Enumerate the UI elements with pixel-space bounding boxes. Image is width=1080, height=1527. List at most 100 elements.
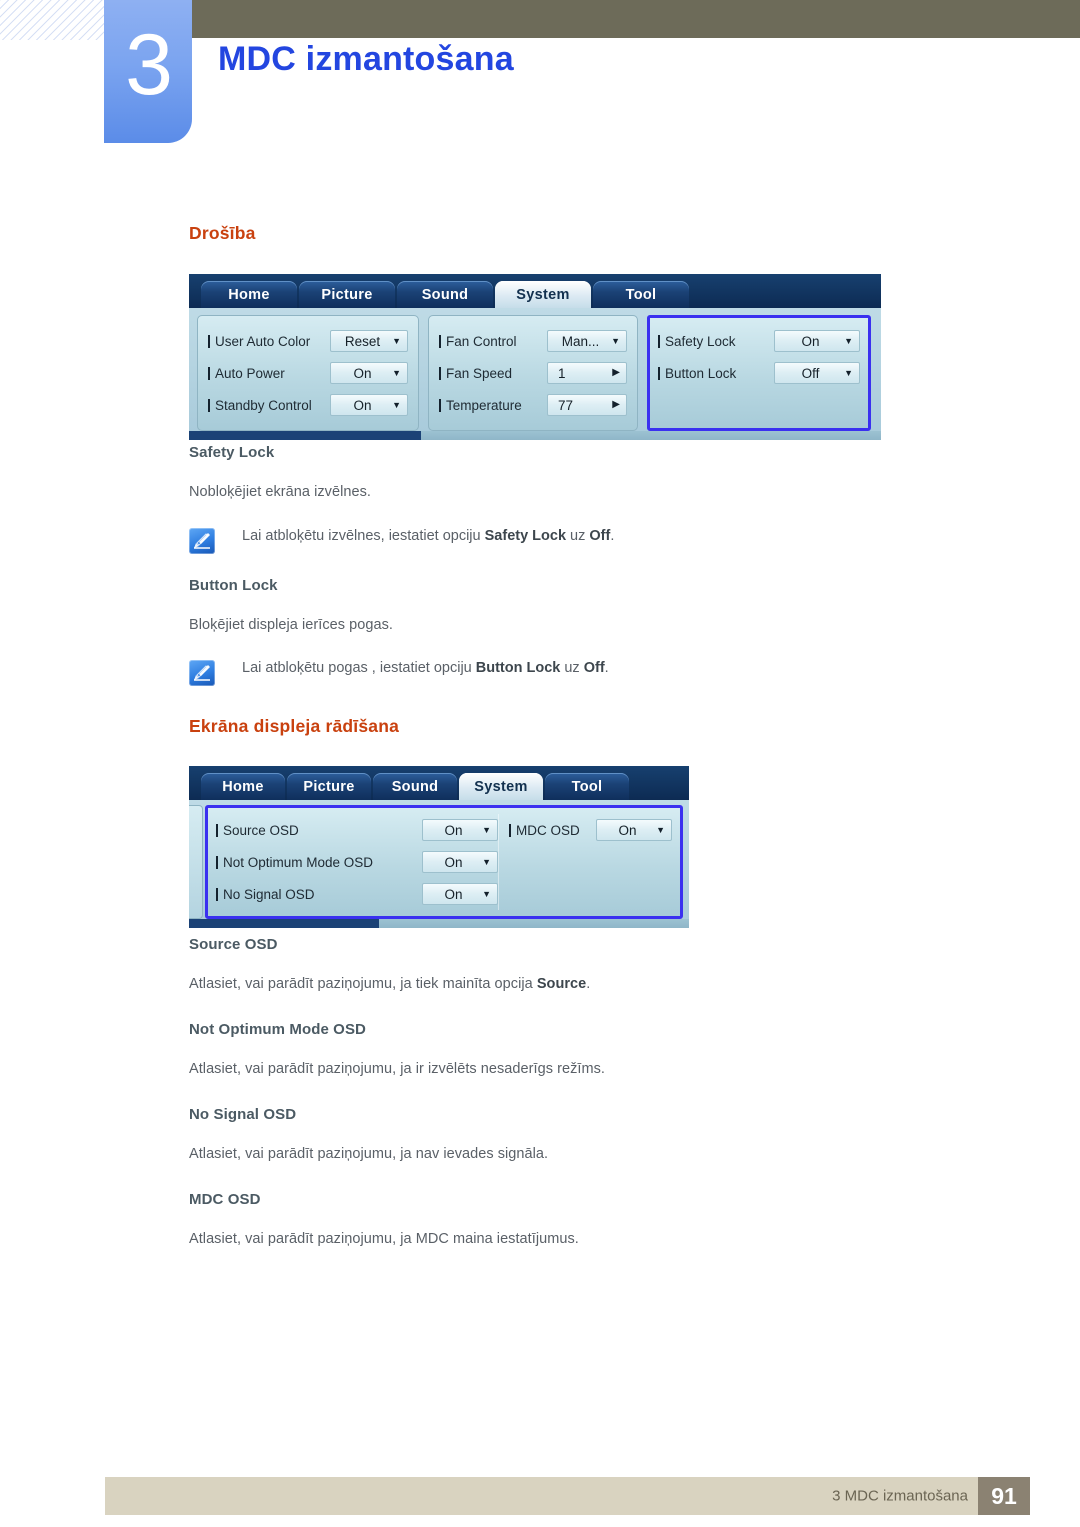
note-suffix: . <box>604 660 609 676</box>
header-olive-bar <box>185 0 1080 38</box>
footer-chapter-label: 3 MDC izmantošana <box>832 1487 968 1505</box>
paragraph-mdc-osd: Atlasiet, vai parādīt paziņojumu, ja MDC… <box>189 1231 579 1247</box>
mdc2-tab-bar: Home Picture Sound System Tool <box>189 766 689 800</box>
bullet-icon <box>439 398 441 412</box>
mdc2-dropdown-mdc-osd[interactable]: On ▼ <box>596 819 672 841</box>
mdc1-row-fan-speed: Fan Speed 1 ▶ <box>439 357 627 389</box>
mdc1-dropdown-standby-control[interactable]: On ▼ <box>330 394 408 416</box>
note-pen-icon <box>189 660 215 686</box>
note-bold-term-2: Off <box>583 660 605 676</box>
mdc1-row-standby-control: Standby Control On ▼ <box>208 389 408 421</box>
page-number: 91 <box>978 1477 1030 1515</box>
paragraph-source-osd: Atlasiet, vai parādīt paziņojumu, ja tie… <box>189 976 590 992</box>
mdc1-row-button-lock: Button Lock Off ▼ <box>658 357 860 389</box>
chevron-down-icon: ▼ <box>482 888 491 899</box>
bullet-icon <box>216 823 218 837</box>
bullet-icon <box>216 887 218 901</box>
chevron-right-icon[interactable]: ▶ <box>612 400 620 410</box>
mdc1-value-user-auto-color: Reset <box>344 333 381 349</box>
section-heading-drosiba: Drošība <box>189 223 256 243</box>
subsection-heading-source-osd: Source OSD <box>189 936 278 953</box>
bullet-icon <box>208 334 210 348</box>
mdc1-label-standby-control: Standby Control <box>208 398 312 413</box>
mdc1-dropdown-fan-control[interactable]: Man... ▼ <box>547 330 627 352</box>
note-text-safety-lock: Lai atbloķētu izvēlnes, iestatiet opciju… <box>242 528 614 544</box>
mdc2-label-no-signal-osd: No Signal OSD <box>216 887 315 902</box>
chevron-right-icon[interactable]: ▶ <box>612 368 620 378</box>
mdc1-tab-system[interactable]: System <box>495 281 591 308</box>
note-safety-lock: Lai atbloķētu izvēlnes, iestatiet opciju… <box>189 528 614 554</box>
mdc2-scrollbar-thumb[interactable] <box>189 919 379 928</box>
mdc1-panel-fan: Fan Control Man... ▼ Fan Speed 1 ▶ Tempe… <box>428 315 638 431</box>
mdc-system-screenshot-2: Home Picture Sound System Tool Source OS… <box>189 766 689 928</box>
mdc2-value-source-osd: On <box>444 822 463 838</box>
mdc1-row-auto-power: Auto Power On ▼ <box>208 357 408 389</box>
chapter-number-tab: 3 <box>104 0 192 143</box>
mdc1-dropdown-safety-lock[interactable]: On ▼ <box>774 330 860 352</box>
chapter-number: 3 <box>125 17 173 113</box>
mdc2-label-source-osd: Source OSD <box>216 823 299 838</box>
mdc1-scrollbar-thumb[interactable] <box>189 431 421 440</box>
mdc2-row-empty-1 <box>509 846 672 878</box>
mdc1-label-auto-power: Auto Power <box>208 366 285 381</box>
mdc1-row-empty <box>658 389 860 421</box>
chevron-down-icon: ▼ <box>611 335 620 346</box>
mdc1-label-button-lock: Button Lock <box>658 366 736 381</box>
mdc2-tab-tool[interactable]: Tool <box>545 773 629 800</box>
note-mid: uz <box>566 528 590 544</box>
subsection-heading-no-signal-osd: No Signal OSD <box>189 1106 297 1123</box>
note-prefix: Lai atbloķētu izvēlnes, iestatiet opciju <box>242 528 485 544</box>
bullet-icon <box>208 398 210 412</box>
mdc2-tab-sound[interactable]: Sound <box>373 773 457 800</box>
paragraph-safety-lock: Nobloķējiet ekrāna izvēlnes. <box>189 484 371 500</box>
mdc2-dropdown-no-signal-osd[interactable]: On ▼ <box>422 883 498 905</box>
mdc2-value-mdc-osd: On <box>618 822 637 838</box>
mdc1-row-fan-control: Fan Control Man... ▼ <box>439 325 627 357</box>
mdc2-dropdown-not-optimum-mode-osd[interactable]: On ▼ <box>422 851 498 873</box>
mdc1-stepper-temperature[interactable]: 77 ▶ <box>547 394 627 416</box>
chevron-down-icon: ▼ <box>392 335 401 346</box>
subsection-heading-mdc-osd: MDC OSD <box>189 1191 261 1208</box>
mdc1-dropdown-button-lock[interactable]: Off ▼ <box>774 362 860 384</box>
note-pen-icon <box>189 528 215 554</box>
mdc2-osd-right-column: MDC OSD On ▼ <box>498 814 672 910</box>
chevron-down-icon: ▼ <box>844 367 853 378</box>
mdc2-tab-home[interactable]: Home <box>201 773 285 800</box>
document-page: 3 MDC izmantošana Drošība Home Picture S… <box>0 0 1080 1527</box>
mdc1-tab-picture[interactable]: Picture <box>299 281 395 308</box>
mdc1-dropdown-auto-power[interactable]: On ▼ <box>330 362 408 384</box>
bullet-icon <box>658 334 660 348</box>
paragraph-bold-term: Source <box>536 976 587 992</box>
note-bold-term-1: Safety Lock <box>484 528 567 544</box>
subsection-heading-not-optimum-mode-osd: Not Optimum Mode OSD <box>189 1021 366 1038</box>
mdc1-value-fan-speed: 1 <box>558 365 566 381</box>
mdc1-tab-home[interactable]: Home <box>201 281 297 308</box>
chevron-down-icon: ▼ <box>392 399 401 410</box>
mdc2-partial-panel-left <box>189 805 203 919</box>
bullet-icon <box>658 366 660 380</box>
mdc2-row-not-optimum-mode-osd: Not Optimum Mode OSD On ▼ <box>216 846 498 878</box>
mdc1-stepper-fan-speed[interactable]: 1 ▶ <box>547 362 627 384</box>
mdc2-panel-osd-highlighted: Source OSD On ▼ Not Optimum Mode OSD On … <box>205 805 683 919</box>
note-bold-term-2: Off <box>589 528 611 544</box>
mdc1-label-safety-lock: Safety Lock <box>658 334 736 349</box>
mdc2-tab-system[interactable]: System <box>459 773 543 800</box>
note-prefix: Lai atbloķētu pogas , iestatiet opciju <box>242 660 476 676</box>
bullet-icon <box>439 334 441 348</box>
mdc1-value-temperature: 77 <box>558 397 574 413</box>
mdc2-row-no-signal-osd: No Signal OSD On ▼ <box>216 878 498 910</box>
mdc1-panel-lock-highlighted: Safety Lock On ▼ Button Lock Off ▼ <box>647 315 871 431</box>
mdc2-tab-picture[interactable]: Picture <box>287 773 371 800</box>
mdc-system-screenshot-1: Home Picture Sound System Tool User Auto… <box>189 274 881 440</box>
mdc1-tab-sound[interactable]: Sound <box>397 281 493 308</box>
mdc1-row-user-auto-color: User Auto Color Reset ▼ <box>208 325 408 357</box>
mdc1-value-button-lock: Off <box>801 365 820 381</box>
mdc2-label-not-optimum-mode-osd: Not Optimum Mode OSD <box>216 855 373 870</box>
mdc1-dropdown-user-auto-color[interactable]: Reset ▼ <box>330 330 408 352</box>
section-heading-ekrana-displeja: Ekrāna displeja rādīšana <box>189 716 400 736</box>
mdc2-row-source-osd: Source OSD On ▼ <box>216 814 498 846</box>
mdc2-label-mdc-osd: MDC OSD <box>509 823 580 838</box>
bullet-icon <box>216 855 218 869</box>
mdc2-dropdown-source-osd[interactable]: On ▼ <box>422 819 498 841</box>
mdc1-tab-tool[interactable]: Tool <box>593 281 689 308</box>
